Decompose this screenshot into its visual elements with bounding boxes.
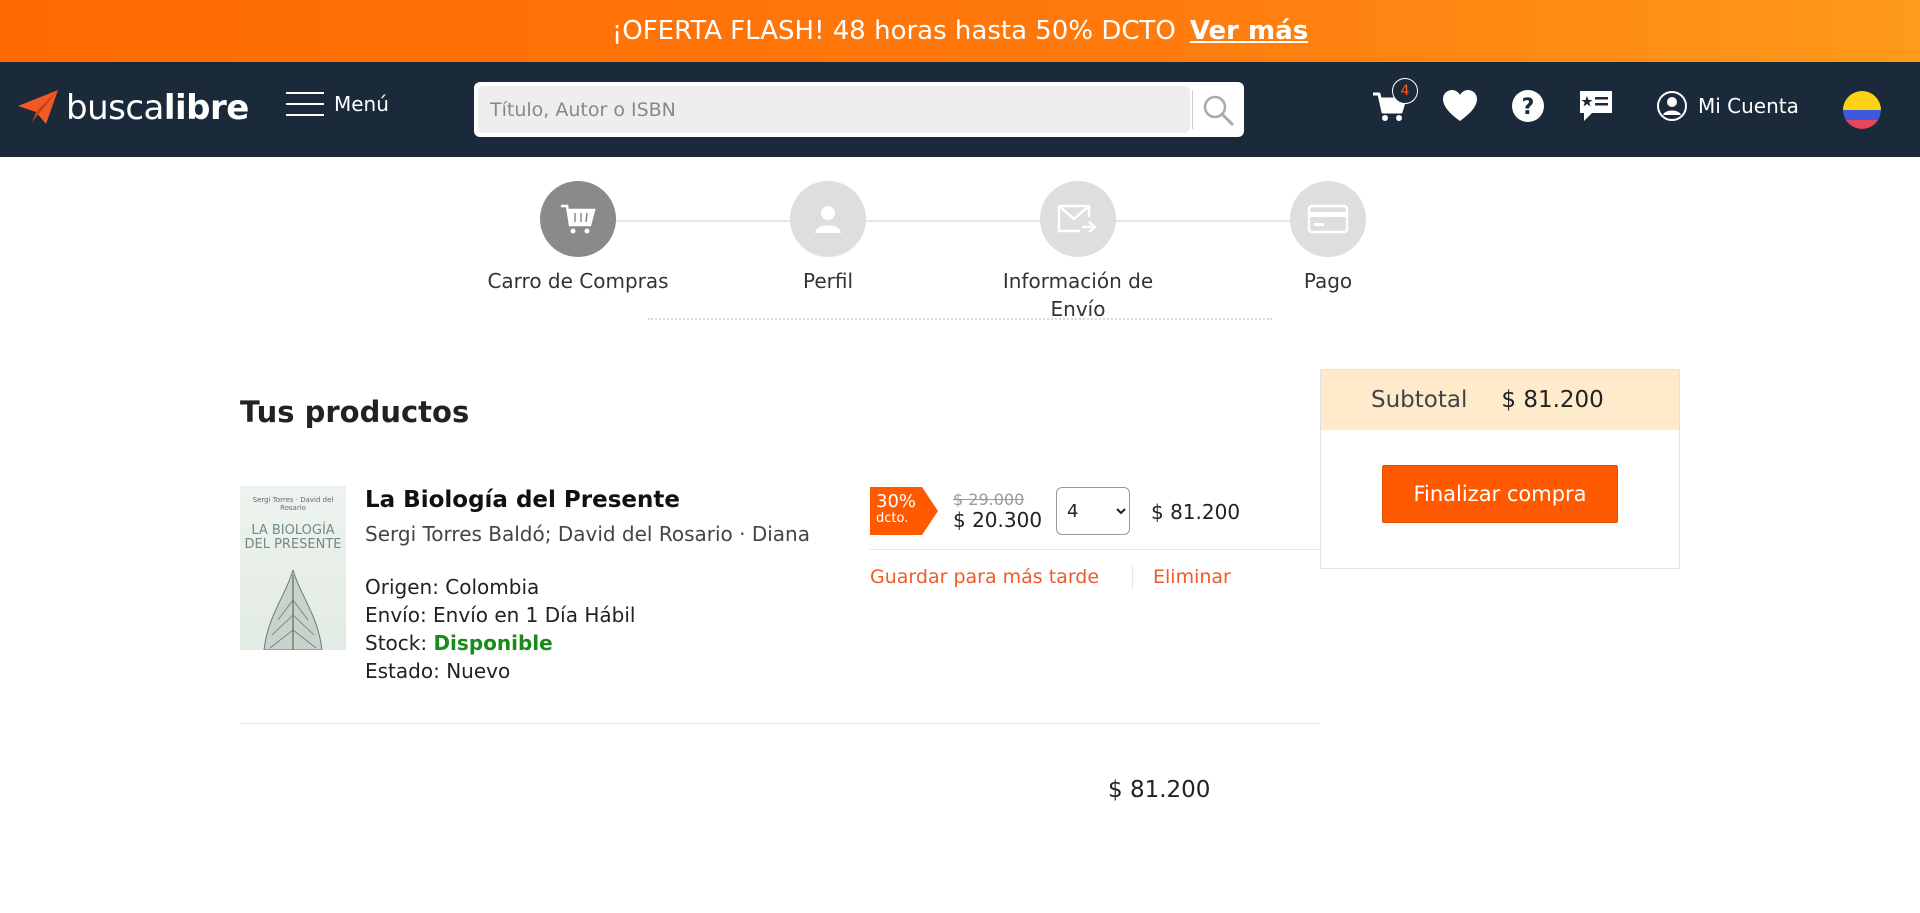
cover-authors: Sergi Torres · David del Rosario — [252, 496, 334, 512]
person-icon — [815, 206, 841, 233]
section-title: Tus productos — [240, 395, 470, 429]
leaf-illustration — [263, 570, 323, 650]
product-authors: Sergi Torres Baldó; David del Rosario · … — [365, 522, 810, 546]
row-divider — [870, 549, 1320, 550]
promo-banner: ¡OFERTA FLASH! 48 horas hasta 50% DCTO V… — [0, 0, 1920, 62]
stock-status: Disponible — [433, 631, 553, 655]
grand-total: $ 81.200 — [1108, 777, 1211, 803]
checkout-stepper: Carro de Compras Perfil Información de E… — [0, 157, 1920, 327]
user-icon — [1657, 91, 1687, 121]
product-origin: Origen: Colombia — [365, 575, 540, 599]
heart-icon[interactable] — [1440, 86, 1480, 126]
save-for-later-link[interactable]: Guardar para más tarde — [870, 566, 1099, 588]
step-shipping[interactable]: Información de Envío — [978, 181, 1178, 323]
step-label: Información de Envío — [1002, 269, 1154, 321]
step-cart-circle — [540, 181, 616, 257]
book-cover[interactable]: Sergi Torres · David del Rosario LA BIOL… — [240, 486, 346, 650]
site-header: buscalibre Menú 4 ? — [0, 62, 1920, 157]
step-cart[interactable]: Carro de Compras — [478, 181, 678, 295]
product-stock: Stock: Disponible — [365, 631, 553, 655]
line-total: $ 81.200 — [1151, 500, 1241, 524]
logo[interactable]: buscalibre — [18, 88, 249, 128]
finalize-purchase-button[interactable]: Finalizar compra — [1382, 465, 1618, 523]
send-mail-icon — [1057, 204, 1097, 233]
menu-button[interactable]: Menú — [286, 90, 389, 118]
step-label: Carro de Compras — [487, 269, 669, 293]
cart-icon — [561, 204, 596, 234]
search-input[interactable] — [478, 86, 1190, 133]
step-profile[interactable]: Perfil — [728, 181, 928, 295]
discount-badge: 30% dcto. — [870, 487, 938, 535]
stepper-divider — [648, 318, 1272, 320]
menu-label: Menú — [334, 92, 389, 116]
step-label: Pago — [1303, 269, 1353, 293]
svg-text:?: ? — [1522, 95, 1535, 120]
stepper-line — [578, 220, 1328, 222]
reviews-icon[interactable] — [1576, 86, 1616, 126]
hamburger-icon — [286, 90, 324, 118]
account-label: Mi Cuenta — [1698, 94, 1799, 118]
promo-link[interactable]: Ver más — [1190, 16, 1308, 46]
order-summary: Subtotal $ 81.200 Finalizar compra — [1320, 369, 1680, 569]
product-condition: Estado: Nuevo — [365, 659, 511, 683]
original-price: $ 29.000 — [953, 490, 1025, 509]
cart-count-badge: 4 — [1392, 78, 1418, 104]
product-title[interactable]: La Biología del Presente — [365, 487, 680, 513]
step-profile-circle — [790, 181, 866, 257]
step-payment-circle — [1290, 181, 1366, 257]
action-divider — [1132, 566, 1133, 590]
quantity-select[interactable]: 12345 — [1056, 487, 1130, 535]
summary-header: Subtotal $ 81.200 — [1321, 370, 1679, 430]
discounted-price: $ 20.300 — [953, 508, 1043, 532]
step-payment[interactable]: Pago — [1228, 181, 1428, 295]
step-label: Perfil — [802, 269, 854, 293]
product-shipping: Envío: Envío en 1 Día Hábil — [365, 603, 636, 627]
cover-title: LA BIOLOGÍA DEL PRESENTE — [244, 523, 342, 552]
help-icon[interactable]: ? — [1508, 86, 1548, 126]
credit-card-icon — [1307, 204, 1349, 234]
step-shipping-circle — [1040, 181, 1116, 257]
search-divider — [1192, 90, 1193, 129]
subtotal-value: $ 81.200 — [1501, 387, 1604, 413]
promo-text: ¡OFERTA FLASH! 48 horas hasta 50% DCTO — [611, 16, 1176, 46]
logo-text: buscalibre — [66, 88, 249, 128]
search-icon[interactable] — [1200, 92, 1236, 128]
paper-plane-icon — [18, 90, 58, 124]
remove-link[interactable]: Eliminar — [1153, 566, 1231, 588]
subtotal-label: Subtotal — [1371, 387, 1468, 413]
account-button[interactable]: Mi Cuenta — [1656, 90, 1799, 122]
search-bar — [474, 82, 1244, 137]
product-divider — [240, 723, 1320, 724]
colombia-flag-icon[interactable] — [1843, 91, 1881, 129]
